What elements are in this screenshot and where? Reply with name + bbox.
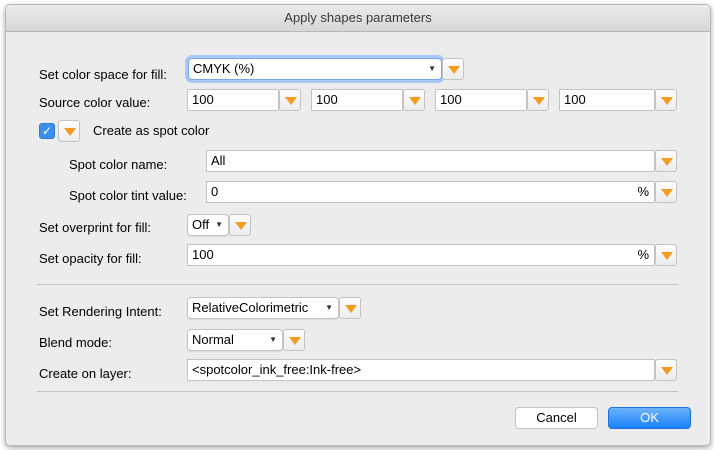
source-color-label: Source color value:: [39, 95, 151, 110]
spot-tint-input[interactable]: 0 %: [206, 181, 655, 203]
layer-input[interactable]: <spotcolor_ink_free:Ink-free>: [187, 359, 655, 381]
overprint-select[interactable]: Off ▼: [187, 214, 229, 236]
source-color-k-options-button[interactable]: [655, 89, 677, 111]
spot-name-label: Spot color name:: [69, 157, 168, 172]
rendering-intent-select[interactable]: RelativeColorimetric ▼: [187, 297, 339, 319]
dialog-window: Apply shapes parameters Set color space …: [5, 4, 711, 446]
spot-tint-unit: %: [637, 184, 649, 199]
spot-name-input[interactable]: All: [206, 150, 655, 172]
source-color-m-input[interactable]: 100: [311, 89, 403, 111]
rendering-intent-options-button[interactable]: [339, 297, 361, 319]
spot-color-options-button[interactable]: [58, 120, 80, 142]
source-color-y-input[interactable]: 100: [435, 89, 527, 111]
chevron-updown-icon: ▼: [269, 335, 277, 344]
opacity-value: 100: [192, 247, 214, 262]
spot-tint-options-button[interactable]: [655, 181, 677, 203]
spot-color-checkbox[interactable]: ✓: [39, 123, 55, 139]
spot-color-checkbox-label: Create as spot color: [93, 123, 210, 138]
overprint-options-button[interactable]: [229, 214, 251, 236]
color-space-value: CMYK (%): [193, 61, 255, 76]
blend-mode-value: Normal: [192, 332, 234, 347]
chevron-updown-icon: ▼: [325, 303, 333, 312]
source-color-k-value: 100: [564, 92, 586, 107]
blend-mode-label: Blend mode:: [39, 335, 112, 350]
source-color-k-input[interactable]: 100: [559, 89, 655, 111]
color-space-options-button[interactable]: [442, 58, 464, 80]
color-space-select[interactable]: CMYK (%) ▼: [188, 58, 442, 80]
color-space-label: Set color space for fill:: [39, 67, 167, 82]
source-color-m-value: 100: [316, 92, 338, 107]
opacity-label: Set opacity for fill:: [39, 251, 142, 266]
source-color-c-input[interactable]: 100: [187, 89, 279, 111]
spot-name-value: All: [211, 153, 226, 168]
blend-mode-select[interactable]: Normal ▼: [187, 329, 283, 351]
rendering-intent-value: RelativeColorimetric: [192, 300, 309, 315]
source-color-c-value: 100: [192, 92, 214, 107]
source-color-m-options-button[interactable]: [403, 89, 425, 111]
layer-options-button[interactable]: [655, 359, 677, 381]
footer-divider: [37, 391, 678, 392]
chevron-updown-icon: ▼: [215, 220, 223, 229]
blend-mode-options-button[interactable]: [283, 329, 305, 351]
overprint-label: Set overprint for fill:: [39, 220, 151, 235]
spot-name-options-button[interactable]: [655, 150, 677, 172]
spot-tint-label: Spot color tint value:: [69, 188, 187, 203]
layer-label: Create on layer:: [39, 366, 132, 381]
opacity-unit: %: [637, 247, 649, 262]
source-color-y-value: 100: [440, 92, 462, 107]
dialog-title: Apply shapes parameters: [6, 5, 710, 32]
chevron-updown-icon: ▼: [428, 64, 436, 73]
spot-tint-value: 0: [211, 184, 219, 199]
ok-button[interactable]: OK: [608, 407, 691, 429]
section-divider: [37, 284, 678, 285]
source-color-c-options-button[interactable]: [279, 89, 301, 111]
opacity-options-button[interactable]: [655, 244, 677, 266]
overprint-value: Off: [192, 217, 210, 232]
opacity-input[interactable]: 100 %: [187, 244, 655, 266]
cancel-button[interactable]: Cancel: [515, 407, 598, 429]
checkmark-icon: ✓: [41, 124, 53, 138]
layer-value: <spotcolor_ink_free:Ink-free>: [192, 362, 362, 377]
source-color-y-options-button[interactable]: [527, 89, 549, 111]
rendering-intent-label: Set Rendering Intent:: [39, 304, 162, 319]
